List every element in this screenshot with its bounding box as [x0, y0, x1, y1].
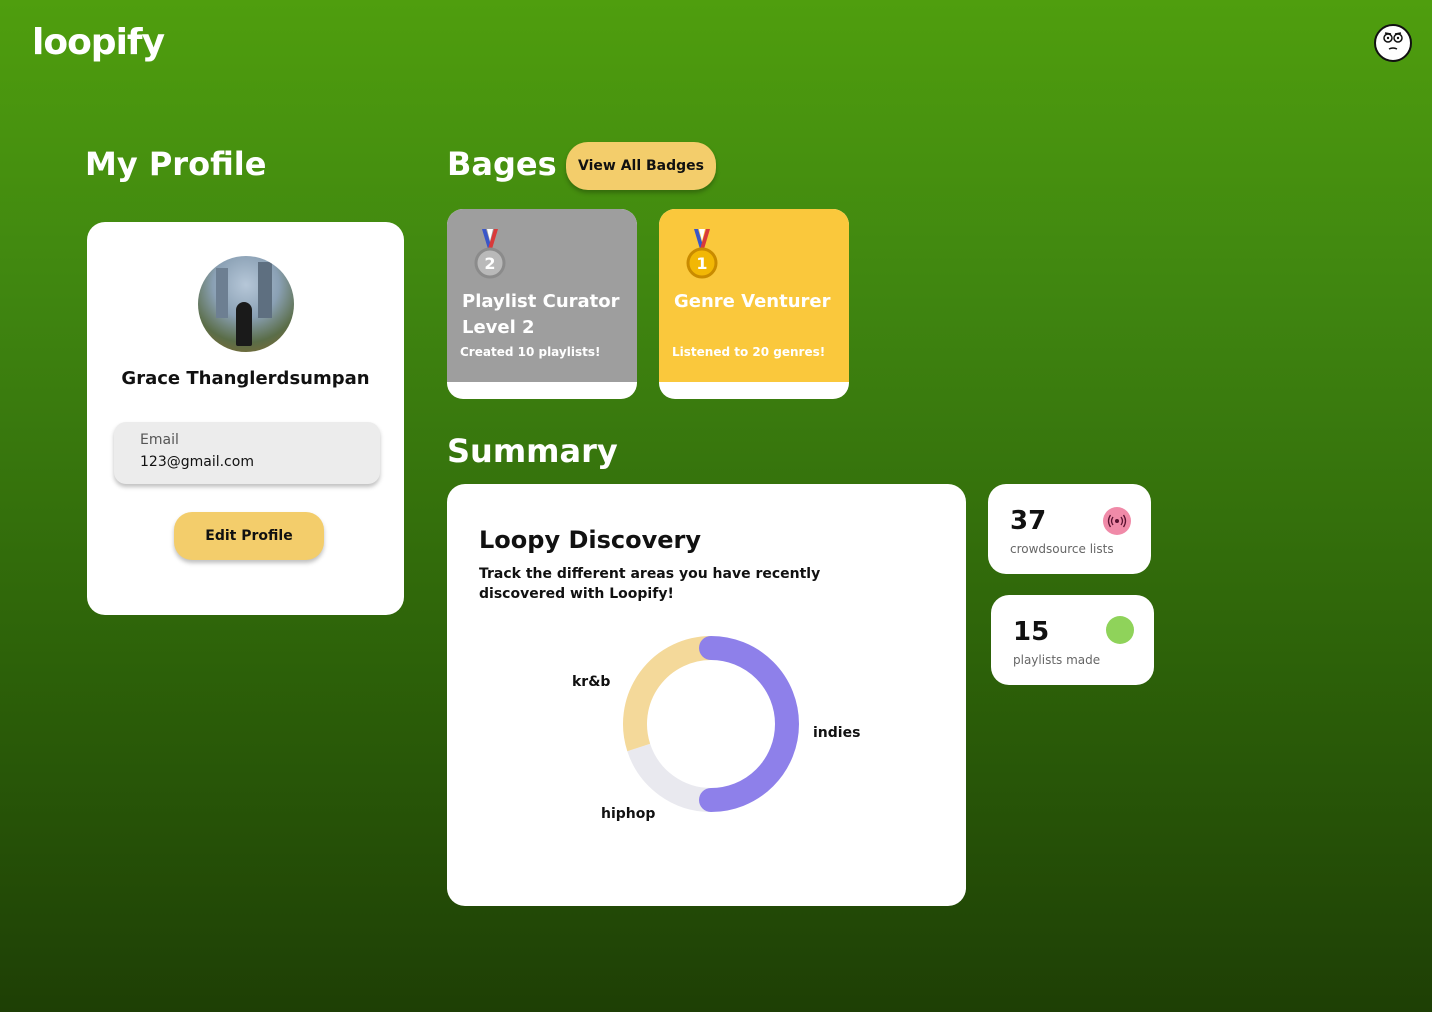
- stat-value: 37: [1010, 506, 1047, 536]
- user-avatar-button[interactable]: [1374, 24, 1412, 62]
- summary-card-description: Track the different areas you have recen…: [479, 566, 821, 602]
- email-label: Email: [140, 432, 179, 448]
- green-dot-icon: [1106, 616, 1134, 644]
- summary-card-title: Loopy Discovery: [479, 526, 701, 554]
- stat-card-playlists[interactable]: 15 playlists made: [991, 595, 1154, 685]
- discovery-donut-chart: [623, 636, 799, 812]
- badge-title: Genre Venturer: [674, 291, 831, 312]
- view-all-badges-button[interactable]: View All Badges: [566, 142, 716, 190]
- donut-segment-krb: [623, 636, 712, 752]
- profile-name: Grace Thanglerdsumpan: [121, 368, 370, 389]
- chart-label-indies: indies: [813, 725, 861, 741]
- app-logo[interactable]: loopify: [32, 22, 165, 63]
- stat-value: 15: [1013, 617, 1050, 647]
- svg-text:1: 1: [696, 254, 707, 273]
- badges-section-title: Bages: [447, 145, 557, 183]
- email-value: 123@gmail.com: [140, 454, 254, 470]
- stat-card-crowdsource[interactable]: 37 crowdsource lists: [988, 484, 1151, 574]
- stat-label: playlists made: [1013, 653, 1101, 667]
- stat-label: crowdsource lists: [1010, 542, 1114, 556]
- donut-segment-hiphop: [627, 743, 712, 812]
- silver-medal-icon: 2: [474, 229, 506, 279]
- summary-card: Loopy Discovery Track the different area…: [447, 484, 966, 906]
- profile-card: Grace Thanglerdsumpan Email 123@gmail.co…: [87, 222, 404, 615]
- badge-card-playlist-curator[interactable]: 2 Playlist Curator Level 2 Created 10 pl…: [447, 209, 637, 399]
- badge-description: Created 10 playlists!: [460, 345, 601, 359]
- profile-photo: [198, 256, 294, 352]
- badge-title: Playlist Curator Level 2: [462, 291, 620, 338]
- chart-label-krnb: kr&b: [572, 674, 611, 690]
- email-field[interactable]: Email 123@gmail.com: [114, 422, 380, 484]
- profile-section-title: My Profile: [85, 145, 267, 183]
- badge-card-genre-venturer[interactable]: 1 Genre Venturer Listened to 20 genres!: [659, 209, 849, 399]
- donut-segment-indies: [699, 636, 799, 812]
- gold-medal-icon: 1: [686, 229, 718, 279]
- face-icon: [1383, 32, 1403, 50]
- svg-text:2: 2: [484, 254, 495, 273]
- summary-section-title: Summary: [447, 432, 618, 470]
- chart-label-hiphop: hiphop: [601, 806, 656, 822]
- broadcast-icon: [1103, 507, 1131, 535]
- badge-description: Listened to 20 genres!: [672, 345, 826, 359]
- edit-profile-button[interactable]: Edit Profile: [174, 512, 324, 560]
